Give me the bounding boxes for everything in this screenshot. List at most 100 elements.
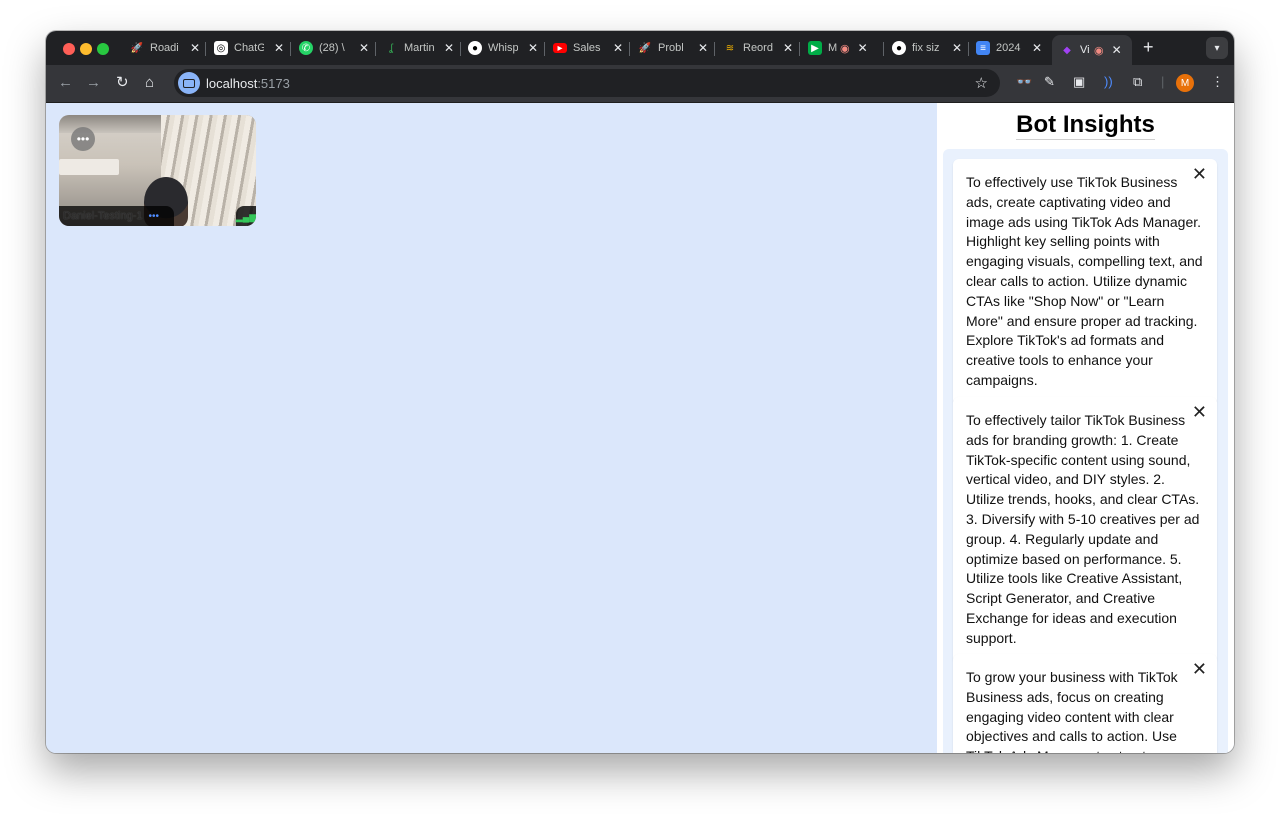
url-host: localhost — [206, 76, 258, 91]
rocket-icon: 🚀 — [130, 42, 144, 54]
extension-translate-icon[interactable]: ✎ — [1044, 74, 1055, 90]
tab-whatsapp[interactable]: ✆ (28) \ ✕ — [299, 35, 369, 61]
tab-divider — [205, 42, 206, 56]
tab-divider — [375, 42, 376, 56]
tab-close-icon[interactable]: ✕ — [528, 41, 538, 55]
tab-roadmap[interactable]: 🚀 Roadi ✕ — [130, 35, 200, 61]
participant-menu-icon[interactable]: ••• — [148, 211, 159, 222]
extension-audio-icon[interactable]: )) — [1104, 74, 1113, 90]
close-icon[interactable]: ✕ — [1192, 403, 1207, 421]
recording-icon: ◉ — [1094, 44, 1104, 57]
bot-insights-panel: Bot Insights ✕ To effectively use TikTok… — [937, 103, 1234, 753]
close-icon[interactable]: ✕ — [1192, 165, 1207, 183]
docs-icon: ≡ — [976, 41, 990, 55]
openai-icon: ◎ — [214, 41, 228, 55]
tab-close-icon[interactable]: ✕ — [359, 41, 369, 55]
tab-divider — [799, 42, 800, 56]
tab-divider — [629, 42, 630, 56]
tab-close-icon[interactable]: ✕ — [698, 41, 708, 55]
kebab-menu-icon[interactable]: ⋮ — [1211, 74, 1224, 90]
tab-divider — [714, 42, 715, 56]
url-port: :5173 — [257, 76, 290, 91]
back-arrow-icon[interactable]: ← — [58, 74, 73, 92]
extensions-puzzle-icon[interactable]: ⧉ — [1133, 74, 1142, 90]
tab-reorder[interactable]: ≋ Reord ✕ — [723, 35, 793, 61]
participant-name: Daniel-Testing-1 — [63, 210, 143, 222]
tab-sales-youtube[interactable]: ▸ Sales ✕ — [553, 35, 623, 61]
video-camera-icon — [178, 72, 200, 94]
tab-title: Probl — [658, 42, 684, 54]
meet-icon: ▶ — [808, 41, 822, 55]
tab-close-icon[interactable]: ✕ — [1112, 43, 1122, 57]
extension-screen-icon[interactable]: ▣ — [1073, 74, 1085, 90]
tab-close-icon[interactable]: ✕ — [1032, 41, 1042, 55]
insight-card: ✕ To effectively tailor TikTok Business … — [953, 397, 1217, 663]
signal-strength-icon: ▂▄▆ — [236, 206, 256, 226]
more-options-icon[interactable]: ••• — [71, 127, 95, 151]
app-content: ••• Daniel-Testing-1 ••• ▂▄▆ Bot Insight… — [46, 103, 1234, 753]
tab-close-icon[interactable]: ✕ — [274, 41, 284, 55]
extension-glasses-icon[interactable]: 👓 — [1016, 74, 1032, 90]
tab-divider — [883, 42, 884, 56]
maximize-window-button[interactable] — [97, 43, 109, 55]
leaf-icon: ʆ — [389, 42, 393, 54]
tab-chatgpt[interactable]: ◎ ChatG ✕ — [214, 35, 284, 61]
browser-window: 🚀 Roadi ✕ ◎ ChatG ✕ ✆ (28) \ ✕ ʆ Martin … — [46, 31, 1234, 753]
tab-title: Whisp — [488, 42, 518, 54]
reload-icon[interactable]: ↻ — [116, 74, 129, 92]
tab-martin[interactable]: ʆ Martin ✕ — [384, 35, 454, 61]
tab-meet[interactable]: ▶ M ◉ ✕ — [808, 35, 868, 61]
participant-name-bar: Daniel-Testing-1 ••• — [59, 206, 174, 226]
tab-divider — [544, 42, 545, 56]
profile-avatar[interactable]: M — [1176, 74, 1194, 92]
tab-close-icon[interactable]: ✕ — [613, 41, 623, 55]
tab-problem[interactable]: 🚀 Probl ✕ — [638, 35, 708, 61]
tab-close-icon[interactable]: ✕ — [952, 41, 962, 55]
tab-search-chevron-icon[interactable]: ▾ — [1206, 37, 1228, 59]
url-text[interactable]: localhost:5173 — [206, 76, 290, 91]
tab-title: Sales — [573, 42, 601, 54]
video-air-conditioner — [59, 159, 119, 175]
close-icon[interactable]: ✕ — [1192, 660, 1207, 678]
gem-icon: ◆ — [1063, 44, 1071, 56]
insight-text: To grow your business with TikTok Busine… — [966, 669, 1178, 753]
participant-video-tile[interactable]: ••• Daniel-Testing-1 ••• ▂▄▆ — [59, 115, 256, 226]
tab-whisper-github[interactable]: ● Whisp ✕ — [468, 35, 538, 61]
recording-icon: ◉ — [840, 42, 850, 55]
tab-title: M — [828, 42, 838, 54]
home-icon[interactable]: ⌂ — [145, 74, 154, 92]
tab-2024-doc[interactable]: ≡ 2024 ✕ — [976, 35, 1042, 61]
stack-icon: ≋ — [725, 42, 735, 54]
address-bar[interactable]: localhost:5173 ☆ — [174, 69, 1000, 97]
bookmark-star-icon[interactable]: ☆ — [975, 74, 988, 92]
tab-close-icon[interactable]: ✕ — [190, 41, 200, 55]
tab-close-icon[interactable]: ✕ — [783, 41, 793, 55]
github-icon: ● — [468, 41, 482, 55]
tab-strip: 🚀 Roadi ✕ ◎ ChatG ✕ ✆ (28) \ ✕ ʆ Martin … — [46, 31, 1234, 65]
tab-close-icon[interactable]: ✕ — [858, 41, 868, 55]
tab-title: Roadi — [150, 42, 179, 54]
minimize-window-button[interactable] — [80, 43, 92, 55]
tab-fix-size-github[interactable]: ● fix siz ✕ — [892, 35, 962, 61]
tab-divider — [460, 42, 461, 56]
new-tab-button[interactable]: + — [1143, 37, 1154, 58]
rocket-icon: 🚀 — [638, 42, 652, 54]
toolbar-divider: | — [1161, 74, 1165, 89]
forward-arrow-icon[interactable]: → — [86, 74, 101, 92]
tab-title: Martin — [404, 42, 434, 54]
tab-title: (28) \ — [319, 42, 345, 54]
insight-card: ✕ To grow your business with TikTok Busi… — [953, 654, 1217, 753]
tab-title: ChatG — [234, 42, 264, 54]
insight-text: To effectively tailor TikTok Business ad… — [966, 412, 1200, 646]
browser-toolbar: ← → ↻ ⌂ localhost:5173 ☆ 👓 ✎ ▣ )) ⧉ | M … — [46, 65, 1234, 103]
insight-card: ✕ To effectively use TikTok Business ads… — [953, 159, 1217, 405]
panel-title: Bot Insights — [1016, 111, 1155, 140]
tab-active-video[interactable]: ◆ Vi ◉ ✕ — [1052, 35, 1132, 65]
tab-title: Vi — [1080, 44, 1090, 56]
whatsapp-icon: ✆ — [299, 41, 313, 55]
github-icon: ● — [892, 41, 906, 55]
youtube-icon: ▸ — [553, 43, 567, 54]
tab-close-icon[interactable]: ✕ — [444, 41, 454, 55]
close-window-button[interactable] — [63, 43, 75, 55]
tab-title: 2024 — [996, 42, 1021, 54]
